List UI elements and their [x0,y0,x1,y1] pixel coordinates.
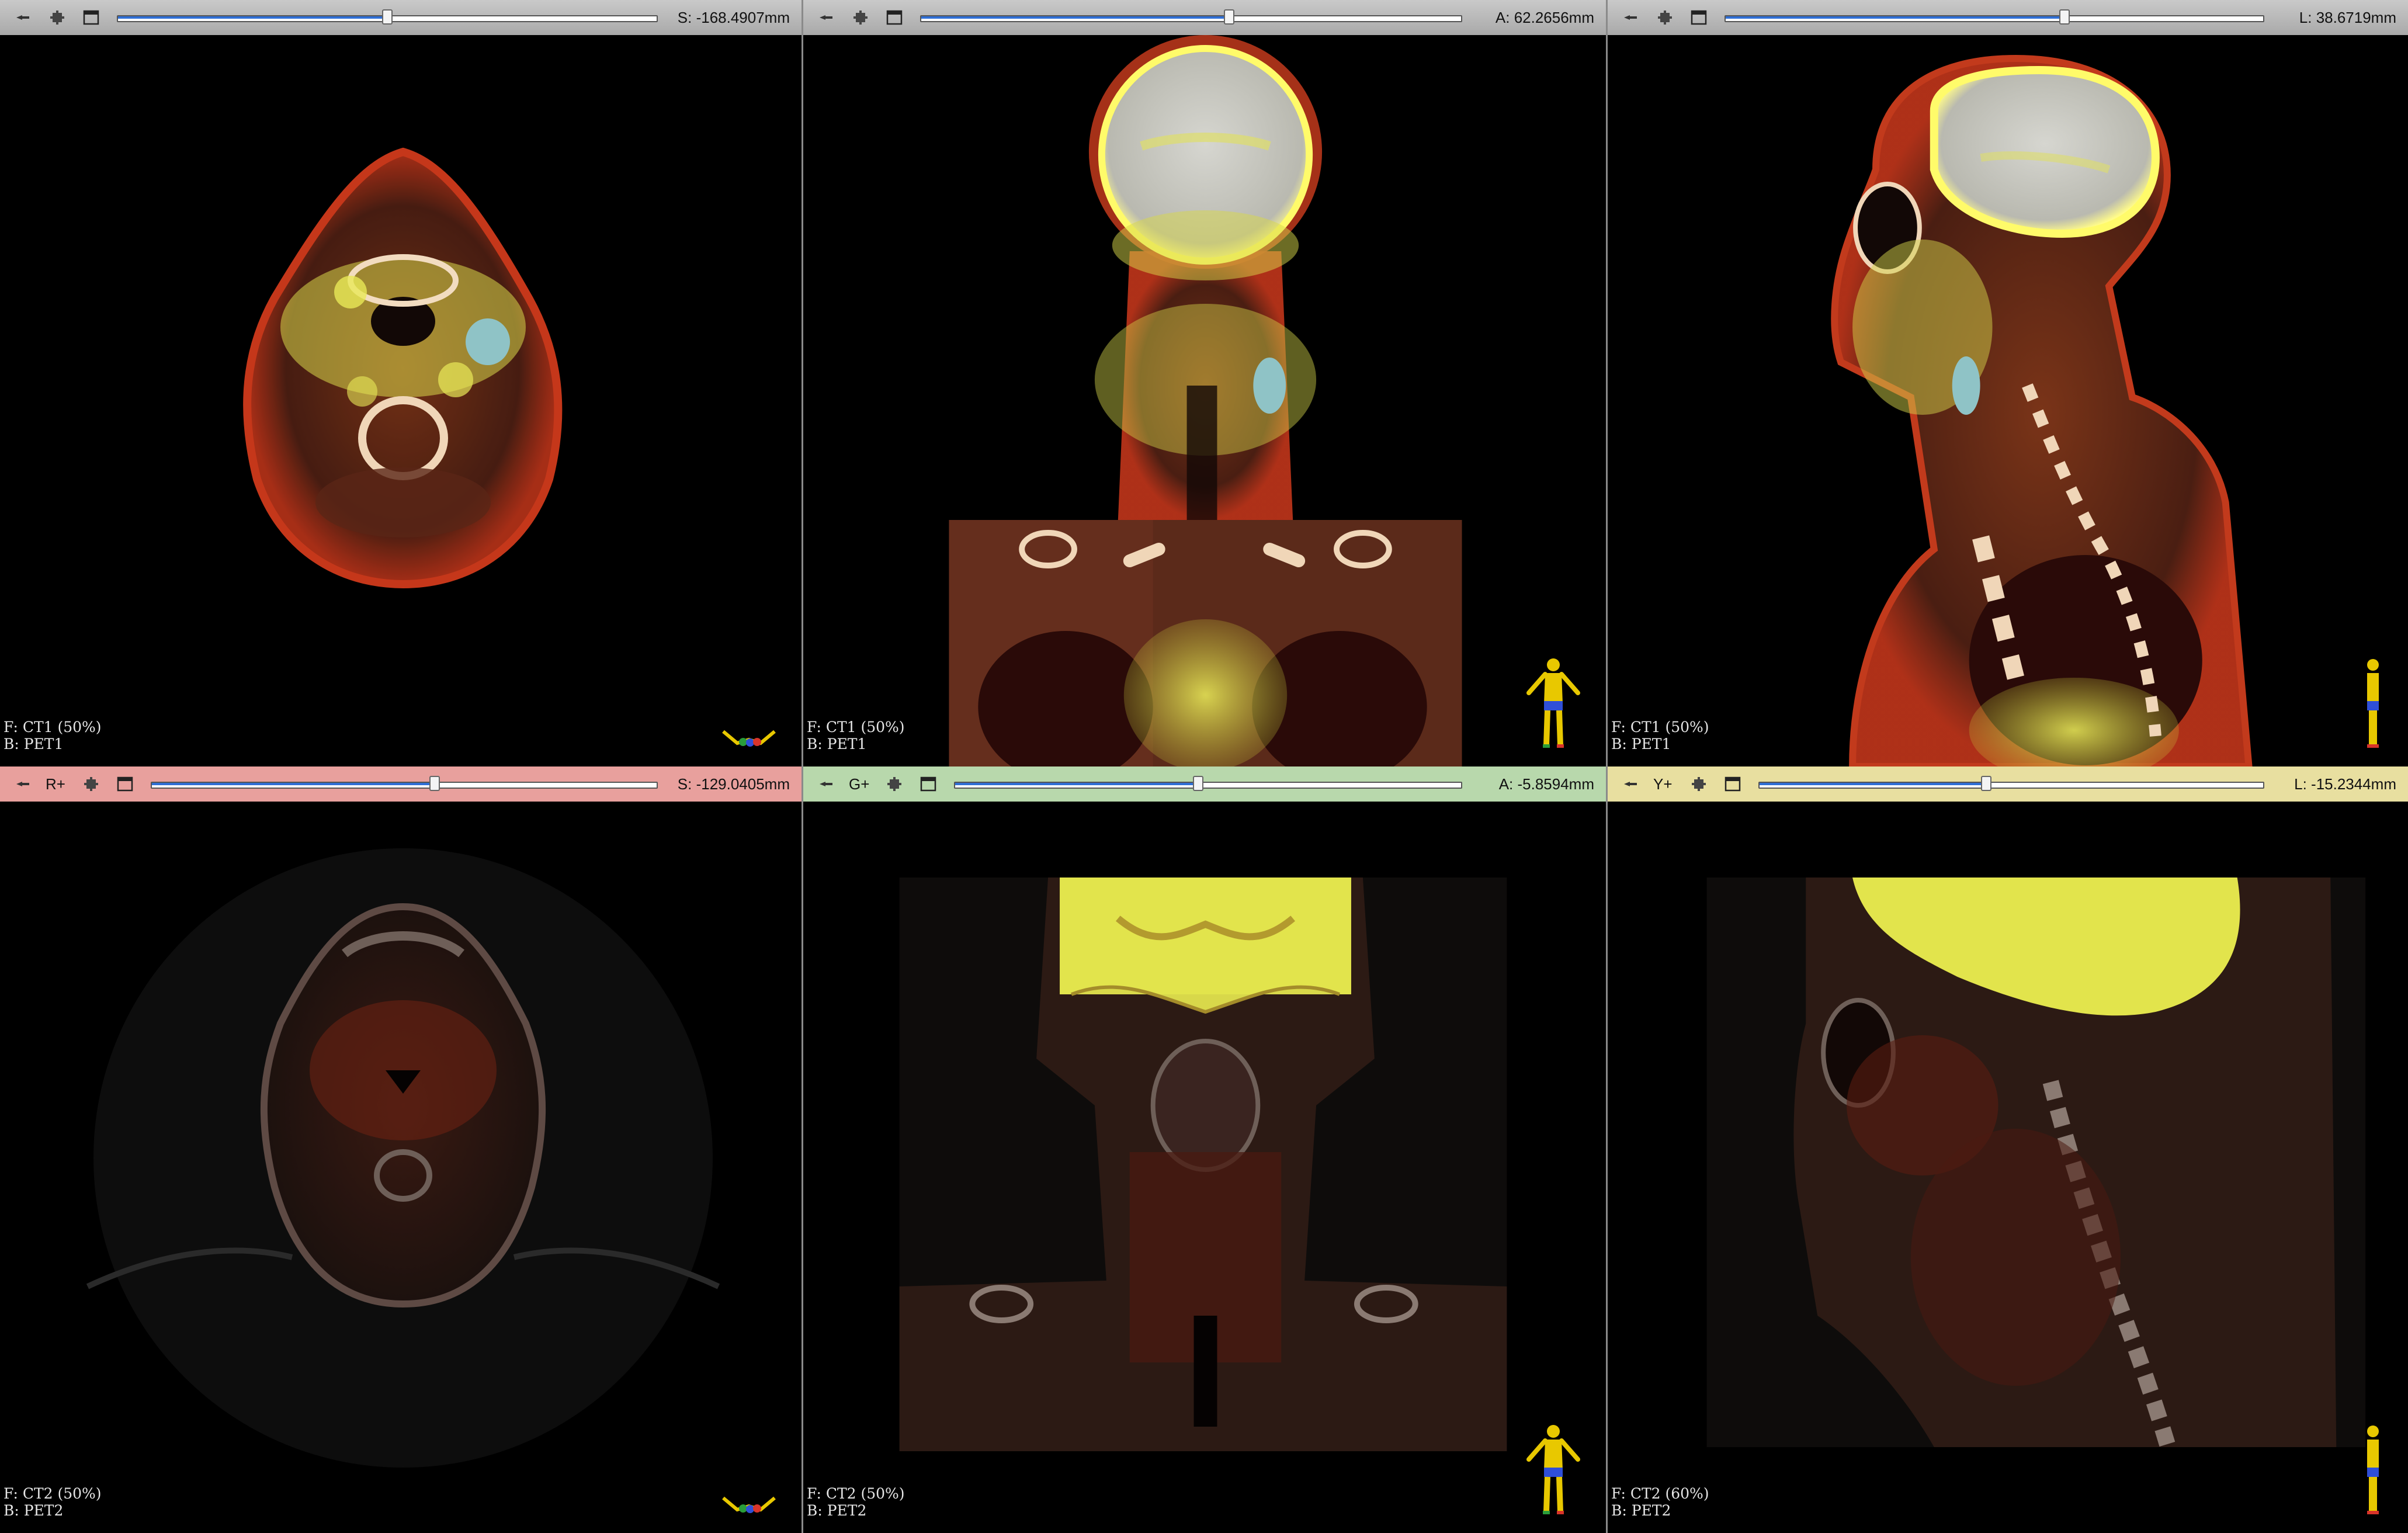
link-icon[interactable] [883,772,906,796]
window-icon[interactable] [917,772,940,796]
link-icon[interactable] [849,6,872,29]
layer-annotation: F: CT2 (50%) B: PET2 [4,1485,102,1519]
slice-slider[interactable] [117,9,658,25]
slice-slider[interactable] [920,9,1462,25]
slice-image[interactable] [1608,35,2408,766]
window-icon[interactable] [1687,6,1710,29]
foreground-label: F: CT2 (50%) [4,1485,102,1502]
link-icon[interactable] [46,6,69,29]
layer-annotation: F: CT1 (50%) B: PET1 [807,719,905,752]
slice-slider[interactable] [1758,776,2264,791]
window-icon[interactable] [113,772,137,796]
pin-icon[interactable] [1619,6,1643,29]
slice-image[interactable] [803,802,1606,1533]
slice-controller-bar: Y+ L: -15.2344mm [1608,766,2408,802]
slice-offset-readout: L: -15.2344mm [2294,775,2396,793]
link-icon[interactable] [1687,772,1710,796]
view-bottom-coronal[interactable]: G+ A: -5.8594mm F: CT2 (50%) B: PET2 [801,766,1606,1533]
orientation-human-icon [2361,1423,2385,1519]
orientation-human-icon [1524,657,1583,752]
slice-offset-readout: A: -5.8594mm [1498,775,1594,793]
foreground-label: F: CT1 (50%) [1611,719,1709,736]
slice-image[interactable] [0,802,801,1533]
pin-icon[interactable] [1619,772,1643,796]
slice-offset-readout: S: -129.0405mm [677,775,790,793]
slice-slider[interactable] [151,776,658,791]
layer-annotation: F: CT2 (50%) B: PET2 [807,1485,905,1519]
view-bottom-sagittal[interactable]: Y+ L: -15.2344mm F: CT2 (60%) B: PET2 [1606,766,2408,1533]
view-name-label: R+ [46,775,65,793]
slice-offset-readout: L: 38.6719mm [2299,8,2396,26]
link-icon[interactable] [1653,6,1677,29]
background-label: B: PET1 [807,736,867,752]
pin-icon[interactable] [12,6,35,29]
slice-image[interactable] [0,35,801,766]
view-top-axial[interactable]: S: -168.4907mm F: CT1 (50%) B: PET1 [0,0,801,766]
slice-image[interactable] [1608,802,2408,1533]
background-label: B: PET2 [4,1502,64,1519]
view-name-label: G+ [849,775,870,793]
orientation-marker-icon [720,1493,778,1519]
background-label: B: PET2 [1611,1502,1671,1519]
slice-slider[interactable] [1725,9,2264,25]
foreground-label: F: CT1 (50%) [807,719,905,736]
orientation-marker-icon [720,727,778,752]
view-top-sagittal[interactable]: L: 38.6719mm F: CT1 (50%) B: PET1 [1606,0,2408,766]
view-bottom-axial[interactable]: R+ S: -129.0405mm F: CT2 (50%) B: PET2 [0,766,801,1533]
foreground-label: F: CT2 (50%) [807,1485,905,1502]
slice-image[interactable] [803,35,1606,766]
slice-offset-readout: A: 62.2656mm [1495,8,1594,26]
background-label: B: PET2 [807,1502,867,1519]
foreground-label: F: CT2 (60%) [1611,1485,1709,1502]
pin-icon[interactable] [12,772,35,796]
layer-annotation: F: CT1 (50%) B: PET1 [4,719,102,752]
slice-controller-bar: S: -168.4907mm [0,0,801,35]
foreground-label: F: CT1 (50%) [4,719,102,736]
slice-controller-bar: L: 38.6719mm [1608,0,2408,35]
layer-annotation: F: CT1 (50%) B: PET1 [1611,719,1709,752]
view-top-coronal[interactable]: A: 62.2656mm F: CT1 (50%) B: PET1 [801,0,1606,766]
window-icon[interactable] [1721,772,1744,796]
background-label: B: PET1 [1611,736,1671,752]
pin-icon[interactable] [815,772,838,796]
layer-annotation: F: CT2 (60%) B: PET2 [1611,1485,1709,1519]
slice-controller-bar: A: 62.2656mm [803,0,1606,35]
slice-offset-readout: S: -168.4907mm [677,8,790,26]
window-icon[interactable] [79,6,103,29]
slice-controller-bar: R+ S: -129.0405mm [0,766,801,802]
window-icon[interactable] [883,6,906,29]
view-name-label: Y+ [1653,775,1673,793]
pin-icon[interactable] [815,6,838,29]
link-icon[interactable] [79,772,103,796]
orientation-human-icon [2361,657,2385,752]
background-label: B: PET1 [4,736,64,752]
orientation-human-icon [1524,1423,1583,1519]
slice-controller-bar: G+ A: -5.8594mm [803,766,1606,802]
slice-slider[interactable] [954,776,1462,791]
